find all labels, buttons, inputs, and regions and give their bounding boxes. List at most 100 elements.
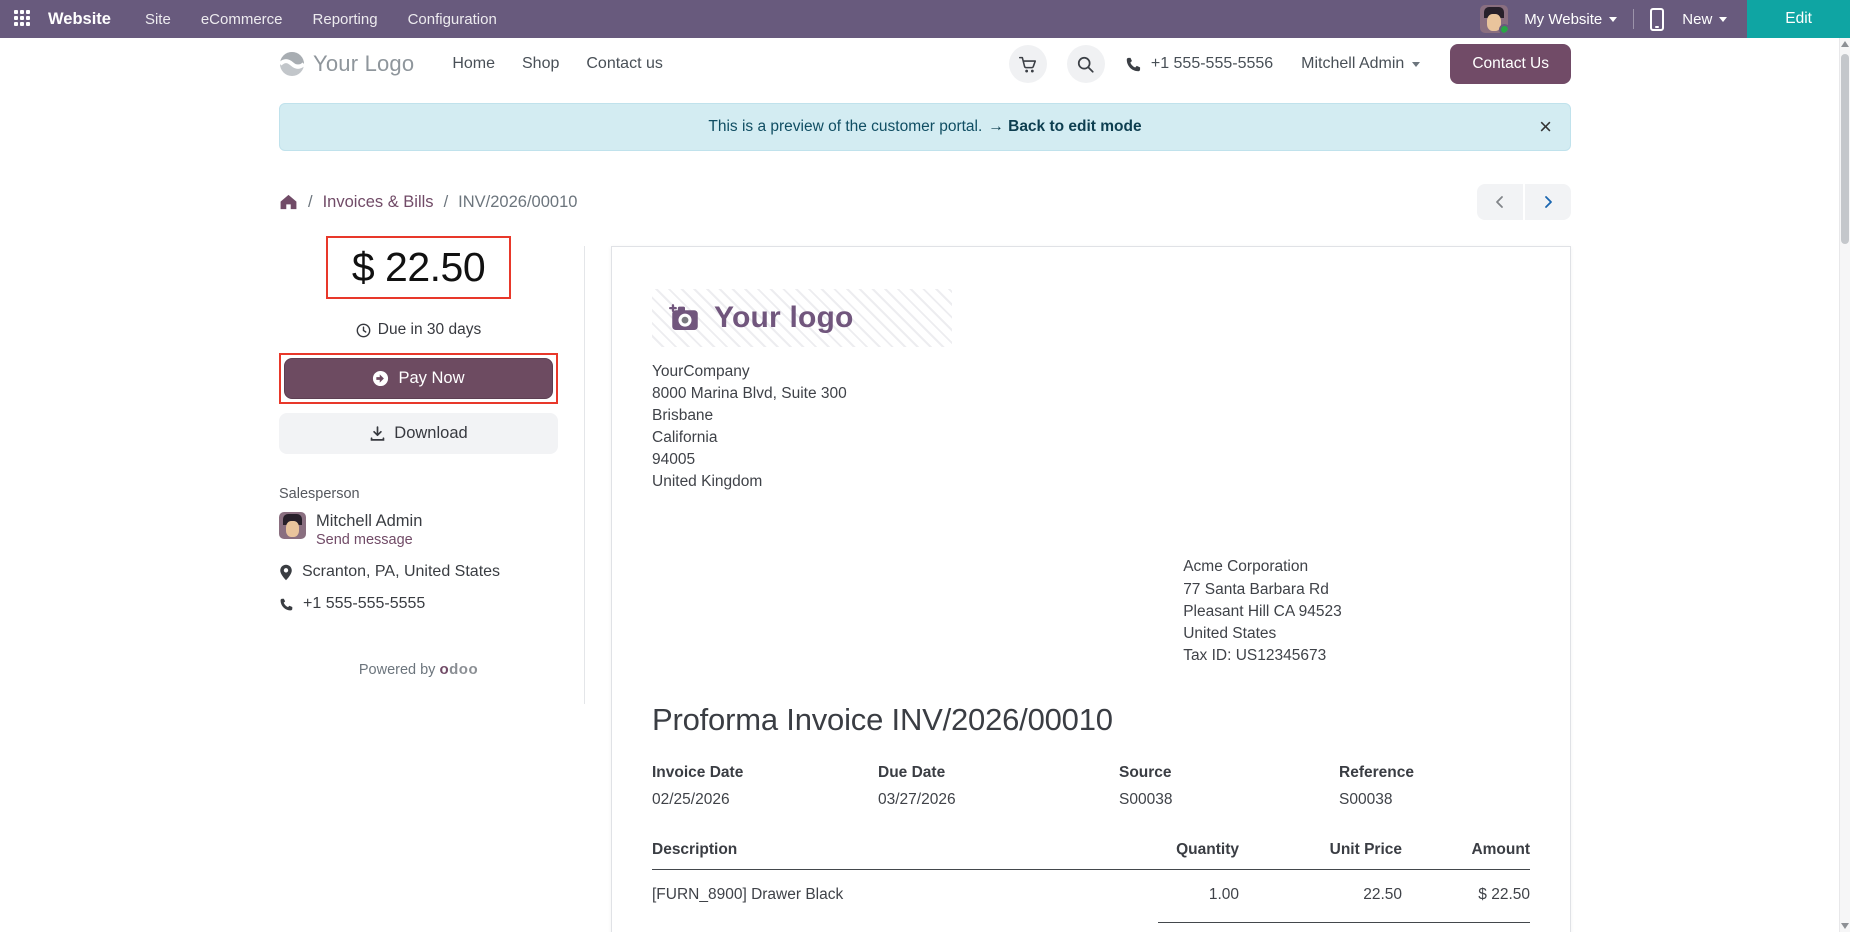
next-page-button[interactable] [1525, 184, 1571, 220]
back-to-edit-link[interactable]: → Back to edit mode [988, 118, 1141, 136]
chevron-down-icon [1609, 16, 1618, 22]
home-icon[interactable] [279, 193, 298, 211]
company-address: YourCompany 8000 Marina Blvd, Suite 300 … [652, 361, 1530, 492]
topbar-brand: Website [48, 9, 111, 28]
breadcrumb-separator: / [443, 192, 449, 211]
chevron-down-icon [1412, 61, 1421, 67]
user-avatar[interactable] [1480, 5, 1509, 33]
annotation-paynow-highlight: Pay Now [279, 353, 558, 404]
col-amount: Amount [1402, 840, 1530, 870]
new-label: New [1682, 10, 1713, 28]
topbar-divider [1633, 9, 1635, 29]
line-unit-price: 22.50 [1363, 885, 1402, 903]
col-description: Description [652, 840, 1089, 870]
invoice-document: Your logo YourCompany 8000 Marina Blvd, … [611, 246, 1571, 932]
mobile-preview-icon[interactable] [1650, 7, 1665, 31]
prev-page-button[interactable] [1477, 184, 1523, 220]
camera-icon [668, 304, 698, 331]
navbar-phone-number: +1 555-555-5556 [1150, 55, 1274, 72]
meta-label: Invoice Date [652, 763, 744, 781]
cart-icon [1019, 56, 1037, 72]
salesperson-name: Mitchell Admin [316, 512, 423, 530]
edit-button[interactable]: Edit [1747, 0, 1850, 38]
pay-now-label: Pay Now [398, 369, 465, 387]
invoice-total: Total $ 22.50 [1158, 921, 1530, 932]
meta-value: 03/27/2026 [878, 790, 956, 808]
alert-close-button[interactable]: × [1539, 116, 1552, 138]
due-date-text: Due in 30 days [377, 321, 482, 338]
user-account-dropdown[interactable]: Mitchell Admin [1301, 55, 1421, 73]
topbar-menu-configuration[interactable]: Configuration [408, 11, 497, 28]
invoice-sidebar: $ 22.50 Due in 30 days Pay Now Download … [279, 236, 585, 705]
sphere-logo-icon [279, 52, 305, 76]
scrollbar[interactable] [1839, 38, 1850, 932]
phone-icon [280, 598, 293, 611]
map-pin-icon [280, 564, 292, 580]
powered-by: Powered by odoo [279, 661, 558, 678]
online-status-dot [1499, 24, 1509, 33]
line-description: [FURN_8900] Drawer Black [652, 885, 844, 903]
meta-label: Reference [1339, 763, 1414, 781]
nav-link-shop[interactable]: Shop [522, 55, 559, 73]
invoice-meta: Invoice Date 02/25/2026 Due Date 03/27/202… [652, 764, 1530, 809]
invoice-logo-text: Your logo [714, 301, 854, 334]
navbar-phone-link[interactable]: +1 555-555-5556 [1125, 55, 1273, 73]
payment-terms: Payment terms: 30 Days [652, 922, 822, 932]
powered-by-text: Powered by [358, 662, 440, 679]
customer-name: Acme Corporation [1183, 558, 1309, 576]
scroll-up-arrow[interactable] [1841, 41, 1849, 47]
topbar-menu-site[interactable]: Site [145, 11, 171, 28]
record-pager [1477, 184, 1571, 220]
cart-button[interactable] [1008, 45, 1047, 83]
topbar-menu-ecommerce[interactable]: eCommerce [201, 11, 283, 28]
breadcrumb-invoices-link[interactable]: Invoices & Bills [323, 193, 434, 212]
salesperson-phone[interactable]: +1 555-555-5555 [303, 595, 425, 613]
alert-text: This is a preview of the customer portal… [708, 118, 983, 135]
salesperson-location: Scranton, PA, United States [302, 563, 501, 581]
amount-due: $ 22.50 [351, 244, 486, 290]
nav-link-contact[interactable]: Contact us [586, 55, 662, 73]
new-content-dropdown[interactable]: New [1682, 10, 1728, 28]
salesperson-avatar [279, 512, 306, 539]
nav-link-home[interactable]: Home [452, 55, 495, 73]
meta-label: Source [1119, 763, 1172, 781]
chevron-right-icon [1545, 196, 1552, 208]
odoo-logo[interactable]: odoo [439, 661, 478, 678]
search-button[interactable] [1066, 45, 1105, 83]
search-icon [1078, 56, 1094, 73]
website-navbar: Your Logo Home Shop Contact us +1 555-55… [0, 38, 1850, 90]
site-logo[interactable]: Your Logo [279, 51, 414, 77]
apps-grid-icon[interactable] [14, 10, 32, 28]
editor-topbar: Website Site eCommerce Reporting Configu… [0, 0, 1850, 38]
site-logo-text: Your Logo [313, 51, 415, 76]
website-switcher-dropdown[interactable]: My Website [1524, 11, 1618, 28]
meta-value: S00038 [1339, 790, 1393, 808]
download-button[interactable]: Download [279, 413, 558, 454]
invoice-title: Proforma Invoice INV/2026/00010 [652, 701, 1113, 737]
contact-us-button[interactable]: Contact Us [1450, 44, 1571, 84]
line-quantity: 1.00 [1208, 885, 1239, 903]
scrollbar-thumb[interactable] [1841, 54, 1849, 244]
user-name: Mitchell Admin [1301, 55, 1405, 72]
topbar-menu-reporting[interactable]: Reporting [313, 11, 378, 28]
col-unit-price: Unit Price [1239, 840, 1402, 870]
breadcrumb-current: INV/2026/00010 [458, 192, 578, 211]
pay-now-button[interactable]: Pay Now [284, 358, 553, 399]
invoice-logo-placeholder: Your logo [652, 289, 952, 347]
scroll-down-arrow[interactable] [1841, 923, 1849, 929]
download-label: Download [394, 424, 468, 442]
download-icon [370, 426, 385, 441]
customer-tax-id: Tax ID: US12345673 [1183, 646, 1327, 664]
table-header-row: Description Quantity Unit Price Amount [652, 840, 1530, 870]
clock-icon [356, 323, 371, 337]
company-name: YourCompany [652, 363, 750, 380]
table-row: [FURN_8900] Drawer Black 1.00 22.50 $ 22… [652, 869, 1530, 918]
send-message-link[interactable]: Send message [316, 532, 413, 548]
salesperson-label: Salesperson [279, 486, 360, 502]
meta-label: Due Date [878, 763, 946, 781]
preview-alert-banner: This is a preview of the customer portal… [279, 103, 1571, 151]
breadcrumb: / Invoices & Bills / INV/2026/00010 [279, 193, 577, 212]
meta-value: 02/25/2026 [652, 790, 730, 808]
customer-address: Acme Corporation 77 Santa Barbara Rd Ple… [1183, 556, 1530, 665]
annotation-amount-highlight: $ 22.50 [325, 236, 512, 299]
